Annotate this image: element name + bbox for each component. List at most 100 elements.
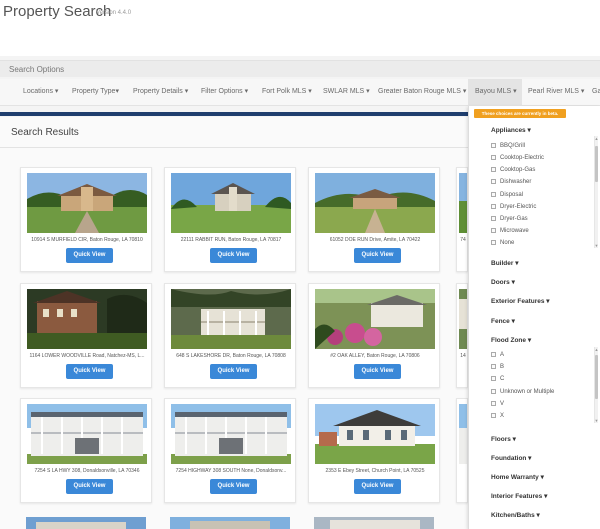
checkbox-option[interactable]: B — [491, 364, 504, 370]
checkbox[interactable] — [491, 376, 496, 381]
property-photo[interactable] — [315, 404, 435, 464]
property-photo[interactable] — [459, 173, 467, 233]
property-card[interactable]: 7254 S LA HWY 308, Donaldsonville, LA 70… — [20, 398, 152, 503]
checkbox-option[interactable]: Cooktop-Electric — [491, 155, 544, 161]
property-photo[interactable] — [171, 404, 291, 464]
quick-view-button[interactable]: Quick View — [210, 479, 257, 494]
quick-view-button[interactable]: Quick View — [354, 479, 401, 494]
quick-view-button[interactable]: Quick View — [354, 364, 401, 379]
home-warranty-heading[interactable]: Home Warranty ▾ — [491, 473, 544, 481]
property-card[interactable]: #2 OAK ALLEY, Baton Rouge, LA 70806 Quic… — [308, 283, 440, 388]
property-card[interactable]: 2353 E Ebey Street, Church Point, LA 705… — [308, 398, 440, 503]
fence-heading[interactable]: Fence ▾ — [491, 317, 515, 325]
checkbox[interactable] — [491, 143, 496, 148]
property-photo[interactable] — [315, 289, 435, 349]
quick-view-button[interactable]: Quick View — [210, 248, 257, 263]
scroll-thumb[interactable] — [595, 355, 598, 399]
property-card[interactable]: 74 — [456, 167, 468, 272]
checkbox[interactable] — [491, 240, 496, 245]
menu-greater-baton-rouge-mls[interactable]: Greater Baton Rouge MLS ▾ — [378, 79, 466, 106]
property-photo[interactable] — [27, 289, 147, 349]
checkbox-option[interactable]: Disposal — [491, 192, 523, 198]
property-photo[interactable] — [315, 173, 435, 233]
property-photo[interactable] — [27, 404, 147, 464]
menu-bayou-mls[interactable]: Bayou MLS ▾ — [468, 79, 522, 106]
scroll-down-icon[interactable]: ▼ — [594, 418, 599, 423]
property-card[interactable]: 1164 LOWER WOODVILLE Road, Natchez-MS, L… — [20, 283, 152, 388]
kitchen-baths-heading[interactable]: Kitchen/Baths ▾ — [491, 511, 540, 519]
checkbox[interactable] — [491, 179, 496, 184]
scroll-up-icon[interactable]: ▲ — [594, 347, 599, 352]
property-card[interactable] — [456, 398, 468, 503]
menu-overflow-item[interactable]: Ga — [592, 79, 600, 106]
menu-property-type[interactable]: Property Type▾ — [72, 79, 119, 106]
interior-features-heading[interactable]: Interior Features ▾ — [491, 492, 547, 500]
menu-locations[interactable]: Locations ▾ — [23, 79, 58, 106]
exterior-features-heading[interactable]: Exterior Features ▾ — [491, 297, 550, 305]
nav-rule — [0, 112, 468, 116]
flood-zone-heading[interactable]: Flood Zone ▾ — [491, 336, 531, 344]
checkbox[interactable] — [491, 192, 496, 197]
property-address: 7254 S LA HWY 308, Donaldsonville, LA 70… — [34, 468, 140, 474]
property-card[interactable]: 10914 S MURFIELD CIR, Baton Rouge, LA 70… — [20, 167, 152, 272]
checkbox[interactable] — [491, 352, 496, 357]
scroll-down-icon[interactable]: ▼ — [594, 243, 599, 248]
property-photo[interactable] — [459, 404, 467, 464]
checkbox[interactable] — [491, 364, 496, 369]
checkbox-option[interactable]: Cooktop-Gas — [491, 167, 535, 173]
checkbox[interactable] — [491, 389, 496, 394]
checkbox-option[interactable]: Microwave — [491, 228, 529, 234]
checkbox[interactable] — [491, 401, 496, 406]
doors-heading[interactable]: Doors ▾ — [491, 278, 515, 286]
property-photo[interactable] — [314, 517, 434, 529]
checkbox-option[interactable]: Dryer-Electric — [491, 204, 536, 210]
checkbox[interactable] — [491, 216, 496, 221]
checkbox[interactable] — [491, 228, 496, 233]
property-card[interactable]: 648 S LAKESHORE DR, Baton Rouge, LA 7080… — [164, 283, 296, 388]
quick-view-button[interactable]: Quick View — [354, 248, 401, 263]
quick-view-button[interactable]: Quick View — [66, 248, 113, 263]
quick-view-button[interactable]: Quick View — [66, 479, 113, 494]
foundation-heading[interactable]: Foundation ▾ — [491, 454, 531, 462]
flood-zone-scrollbar[interactable]: ▲ ▼ — [594, 347, 598, 423]
appliances-scrollbar[interactable]: ▲ ▼ — [594, 136, 598, 248]
property-address: 10914 S MURFIELD CIR, Baton Rouge, LA 70… — [31, 237, 143, 243]
scroll-up-icon[interactable]: ▲ — [594, 136, 599, 141]
menu-swlar-mls[interactable]: SWLAR MLS ▾ — [323, 79, 370, 106]
checkbox-option[interactable]: Dishwasher — [491, 179, 531, 185]
checkbox-option[interactable]: Dryer-Gas — [491, 216, 528, 222]
property-card[interactable]: 14 — [456, 283, 468, 388]
checkbox[interactable] — [491, 413, 496, 418]
menu-filter-options[interactable]: Filter Options ▾ — [201, 79, 248, 106]
checkbox-option[interactable]: Unknown or Multiple — [491, 389, 554, 395]
quick-view-button[interactable]: Quick View — [210, 364, 257, 379]
property-card[interactable]: 7254 HIGHWAY 308 SOUTH None, Donaldsonv.… — [164, 398, 296, 503]
property-photo[interactable] — [171, 173, 291, 233]
checkbox-option[interactable]: A — [491, 352, 504, 358]
property-address: 74 — [460, 237, 466, 243]
property-card[interactable]: 61052 DOE RUN Drive, Amite, LA 70422 Qui… — [308, 167, 440, 272]
scroll-thumb[interactable] — [595, 146, 598, 182]
builder-heading[interactable]: Builder ▾ — [491, 259, 518, 267]
checkbox-option[interactable]: X — [491, 413, 504, 419]
property-card[interactable]: 22111 RABBIT RUN, Baton Rouge, LA 70817 … — [164, 167, 296, 272]
checkbox-option[interactable]: V — [491, 401, 504, 407]
menu-pearl-river-mls[interactable]: Pearl River MLS ▾ — [528, 79, 584, 106]
property-photo[interactable] — [459, 289, 467, 349]
appliances-heading[interactable]: Appliances ▾ — [491, 126, 531, 134]
property-photo[interactable] — [171, 289, 291, 349]
checkbox-option[interactable]: None — [491, 240, 514, 246]
floors-heading[interactable]: Floors ▾ — [491, 435, 516, 443]
results-title: Search Results — [11, 127, 79, 138]
checkbox[interactable] — [491, 204, 496, 209]
property-photo[interactable] — [26, 517, 146, 529]
property-photo[interactable] — [170, 517, 290, 529]
checkbox-option[interactable]: BBQ/Grill — [491, 143, 525, 149]
menu-fort-polk-mls[interactable]: Fort Polk MLS ▾ — [262, 79, 312, 106]
checkbox[interactable] — [491, 167, 496, 172]
checkbox-option[interactable]: C — [491, 376, 504, 382]
property-photo[interactable] — [27, 173, 147, 233]
checkbox[interactable] — [491, 155, 496, 160]
quick-view-button[interactable]: Quick View — [66, 364, 113, 379]
menu-property-details[interactable]: Property Details ▾ — [133, 79, 188, 106]
